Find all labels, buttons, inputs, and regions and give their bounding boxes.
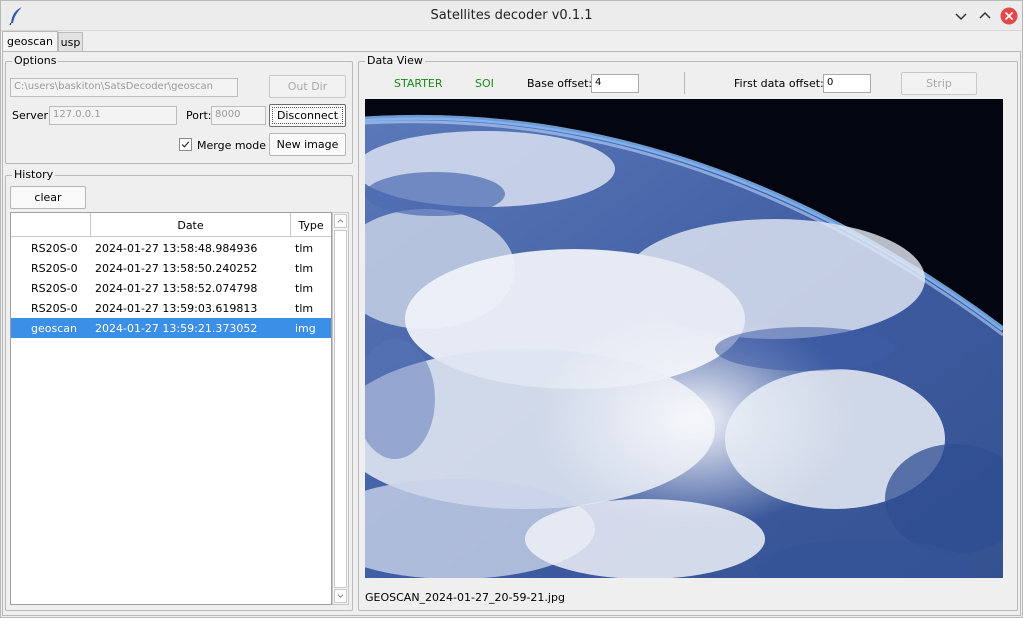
maximize-icon[interactable] [976, 7, 994, 25]
image-filename: GEOSCAN_2024-01-27_20-59-21.jpg [365, 591, 565, 604]
base-offset-field[interactable]: 4 [591, 74, 639, 93]
base-offset-label: Base offset: [527, 77, 593, 90]
app-window: Satellites decoder v0.1.1 geoscan usp Op… [0, 0, 1023, 618]
history-frame-title: History [12, 168, 56, 181]
column-header-name[interactable] [11, 213, 91, 237]
merge-mode-label[interactable]: Merge mode [197, 139, 266, 152]
options-frame-title: Options [12, 54, 59, 67]
satellite-image [365, 99, 1003, 578]
notebook-tabs: geoscan usp [1, 31, 1022, 52]
row-date: 2024-01-27 13:58:52.074798 [95, 282, 258, 295]
row-type: img [295, 322, 316, 335]
history-table[interactable]: Date Type RS20S-0 2024-01-27 13:58:48.98… [10, 212, 332, 605]
out-dir-field[interactable]: C:\users\baskiton\SatsDecoder\geoscan [10, 78, 238, 97]
table-row[interactable]: RS20S-0 2024-01-27 13:58:48.984936 tlm [11, 238, 331, 258]
close-icon[interactable] [1000, 7, 1018, 25]
strip-button[interactable]: Strip [901, 72, 977, 95]
row-date: 2024-01-27 13:59:03.619813 [95, 302, 258, 315]
scrollbar-track[interactable] [334, 230, 347, 588]
row-name: RS20S-0 [31, 262, 78, 275]
server-field[interactable]: 127.0.0.1 [49, 106, 177, 125]
server-label: Server: [12, 109, 52, 122]
column-header-type[interactable]: Type [291, 213, 331, 237]
disconnect-button[interactable]: Disconnect [269, 104, 346, 127]
row-name: RS20S-0 [31, 282, 78, 295]
soi-status: SOI [475, 77, 494, 90]
minimize-icon[interactable] [952, 7, 970, 25]
row-name: RS20S-0 [31, 302, 78, 315]
row-type: tlm [295, 262, 314, 275]
row-type: tlm [295, 302, 314, 315]
row-name: RS20S-0 [31, 242, 78, 255]
starter-status: STARTER [394, 77, 443, 90]
column-header-date[interactable]: Date [91, 213, 291, 237]
port-label: Port: [186, 109, 212, 122]
earth-image [365, 99, 1003, 578]
new-image-button[interactable]: New image [269, 133, 346, 156]
first-data-offset-field[interactable]: 0 [823, 74, 871, 93]
table-row-selected[interactable]: geoscan 2024-01-27 13:59:21.373052 img [11, 318, 331, 338]
row-date: 2024-01-27 13:58:50.240252 [95, 262, 258, 275]
table-row[interactable]: RS20S-0 2024-01-27 13:58:52.074798 tlm [11, 278, 331, 298]
table-header: Date Type [11, 213, 331, 237]
tab-geoscan[interactable]: geoscan [2, 31, 58, 52]
row-name: geoscan [31, 322, 77, 335]
row-type: tlm [295, 242, 314, 255]
first-data-offset-label: First data offset: [734, 77, 824, 90]
scroll-up-icon[interactable] [334, 214, 347, 228]
table-row[interactable]: RS20S-0 2024-01-27 13:59:03.619813 tlm [11, 298, 331, 318]
tab-usp[interactable]: usp [58, 32, 83, 52]
toolbar-divider [684, 72, 685, 94]
row-date: 2024-01-27 13:58:48.984936 [95, 242, 258, 255]
row-type: tlm [295, 282, 314, 295]
out-dir-button[interactable]: Out Dir [269, 75, 346, 98]
merge-mode-checkbox[interactable] [179, 138, 192, 151]
data-view-frame-title: Data View [365, 54, 425, 67]
window-title: Satellites decoder v0.1.1 [430, 8, 593, 23]
scroll-down-icon[interactable] [334, 589, 347, 603]
title-bar[interactable]: Satellites decoder v0.1.1 [1, 1, 1022, 31]
history-scrollbar[interactable] [332, 212, 349, 605]
row-date: 2024-01-27 13:59:21.373052 [95, 322, 258, 335]
port-field[interactable]: 8000 [211, 106, 266, 125]
clear-button[interactable]: clear [10, 186, 86, 209]
table-row[interactable]: RS20S-0 2024-01-27 13:58:50.240252 tlm [11, 258, 331, 278]
disconnect-button-label: Disconnect [276, 109, 339, 122]
